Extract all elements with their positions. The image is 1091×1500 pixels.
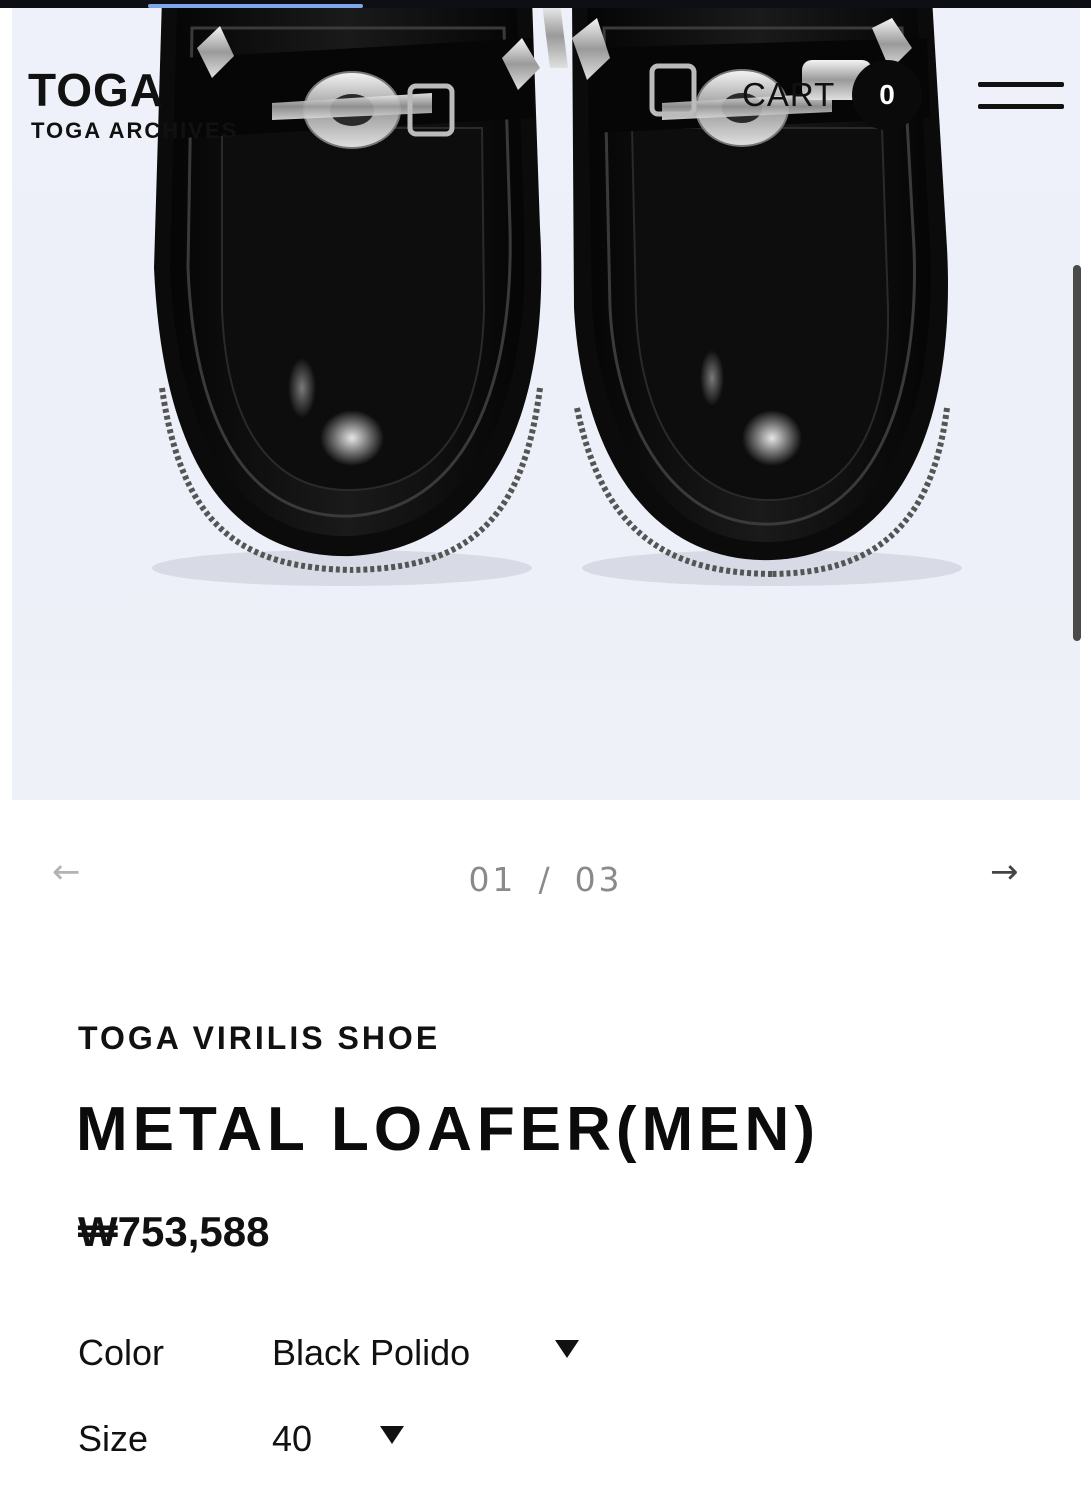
pager-total: 03 [574,860,623,899]
product-collection: TOGA VIRILIS SHOE [78,1020,441,1056]
chevron-down-icon[interactable] [555,1340,579,1358]
size-value[interactable]: 40 [272,1418,312,1460]
brand-logo: TOGA [28,64,165,116]
color-select[interactable]: Color Black Polido [78,1332,778,1382]
brand-subtitle: TOGA ARCHIVES [31,118,239,143]
product-title: METAL LOAFER(MEN) [76,1095,820,1164]
gallery-pager: 01 / 03 [0,860,1091,899]
color-label: Color [78,1332,165,1373]
color-value[interactable]: Black Polido [272,1332,470,1374]
page-scrollbar[interactable] [1073,265,1081,641]
product-page: TOGA TOGA ARCHIVES CART 0 ← 01/03 → TOGA… [0,0,1091,1500]
size-label: Size [78,1418,149,1459]
chevron-down-icon[interactable] [380,1426,404,1444]
cart-count-badge[interactable]: 0 [852,60,922,130]
pager-current: 01 [468,860,517,899]
product-price: ₩753,588 [78,1208,270,1255]
arrow-right-icon[interactable]: → [990,852,1019,892]
cart-link[interactable]: CART [742,76,835,114]
menu-line [978,104,1064,109]
size-select[interactable]: Size 40 [78,1418,778,1468]
brand-logo-link[interactable]: TOGA TOGA ARCHIVES [28,66,238,144]
pager-separator: / [538,860,553,899]
hamburger-icon[interactable] [978,80,1064,112]
menu-line [978,82,1064,87]
